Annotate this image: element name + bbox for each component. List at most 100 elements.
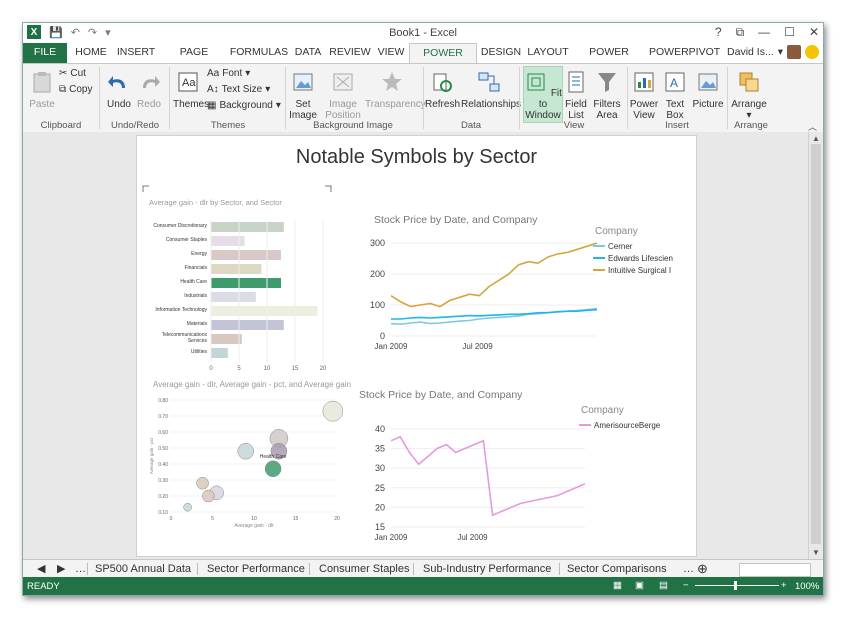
svg-text:A: A (670, 76, 678, 90)
next-sheet-icon[interactable]: ▶ (57, 561, 65, 577)
y-tick-label: 20 (375, 502, 385, 512)
arrange-icon (739, 72, 759, 92)
tab-powerpivot[interactable]: POWERPIVOT (649, 43, 720, 63)
report-canvas: Notable Symbols by Sector Average gain -… (136, 135, 697, 557)
scroll-thumb[interactable] (811, 144, 821, 544)
picture-icon (293, 73, 313, 91)
chevron-down-icon: ▾ (777, 46, 783, 58)
sheet-tab-sub-industry-performance[interactable]: Sub-Industry Performance (423, 561, 551, 577)
minimize-button[interactable]: — (758, 25, 770, 40)
series-line (390, 242, 598, 308)
chevron-down-icon: ▾ (245, 68, 251, 79)
vertical-scrollbar[interactable]: ▲ ▼ (808, 132, 823, 559)
scatter-chart[interactable]: 0.10 0.20 0.30 0.40 0.50 0.60 0.70 0.80 0 5 10 15 20… (141, 392, 343, 530)
tab-separator (309, 563, 310, 575)
tab-page-layout[interactable]: PAGE LAYOUT (161, 43, 227, 77)
point-label: Health Care (260, 454, 287, 460)
y-tick-label: 25 (375, 483, 385, 493)
report-title[interactable]: Notable Symbols by Sector (137, 146, 696, 169)
themes-icon: Aa (178, 72, 198, 92)
bar-category-label: Health Care (180, 279, 207, 285)
text-box-button[interactable]: A Text Box (661, 70, 689, 121)
prev-sheet-icon[interactable]: ◀ (37, 561, 45, 577)
themes-button[interactable]: Aa Themes (173, 70, 209, 110)
tab-layout[interactable]: LAYOUT (527, 43, 569, 63)
maximize-button[interactable]: ☐ (784, 25, 795, 40)
legend-entry: Cerner (608, 242, 633, 251)
y-tick-label: 100 (370, 300, 385, 310)
tab-view[interactable]: VIEW (375, 43, 407, 63)
cut-button[interactable]: ✂ Cut (59, 68, 86, 79)
power-view-button[interactable]: Power View (629, 70, 659, 121)
arrange-button[interactable]: Arrange ▾ (729, 70, 769, 121)
tab-review[interactable]: REVIEW (329, 43, 371, 63)
bar (211, 264, 262, 274)
help-button[interactable]: ? (715, 25, 722, 40)
tab-power-query[interactable]: POWER QUERY (573, 43, 645, 77)
undo-button[interactable]: Undo (105, 70, 133, 110)
more-sheets-right-icon[interactable]: … (683, 561, 694, 577)
group-separator (169, 67, 170, 129)
fit-to-window-button[interactable]: Fit to Window (523, 66, 563, 123)
field-list-button[interactable]: Field List (563, 70, 589, 121)
close-button[interactable]: ✕ (809, 25, 819, 40)
scatter-point (322, 400, 343, 422)
filters-area-button[interactable]: Filters Area (591, 70, 623, 121)
y-tick-label: 40 (375, 424, 385, 434)
zoom-slider-thumb[interactable] (734, 581, 737, 590)
horizontal-scrollbar[interactable] (739, 563, 811, 577)
feedback-smiley-icon[interactable] (805, 45, 819, 59)
paste-button[interactable]: Paste (27, 70, 57, 110)
tab-data[interactable]: DATA (291, 43, 325, 63)
bar-category-label: Energy (191, 251, 207, 257)
new-sheet-icon[interactable]: ⊕ (697, 561, 708, 577)
image-position-button[interactable]: Image Position (323, 70, 363, 121)
tab-file[interactable]: FILE (23, 43, 67, 63)
scroll-up-icon[interactable]: ▲ (812, 134, 820, 143)
background-dropdown[interactable]: ▦ Background ▾ (207, 100, 281, 111)
refresh-button[interactable]: Refresh (425, 70, 460, 110)
scroll-down-icon[interactable]: ▼ (812, 548, 820, 557)
copy-button[interactable]: ⧉ Copy (59, 84, 93, 95)
x-tick-label: 0 (209, 366, 213, 372)
tab-formulas[interactable]: FORMULAS (229, 43, 289, 63)
page-layout-view-icon[interactable]: ▣ (635, 580, 644, 591)
normal-view-icon[interactable]: ▦ (613, 580, 622, 591)
line-chart-2[interactable]: 15 20 25 30 35 40 Jan 2009 Jul 2009 AmerisourceB… (355, 401, 691, 551)
zoom-slider[interactable] (695, 585, 779, 586)
transparency-button[interactable]: Transparency (365, 70, 426, 110)
bar-chart[interactable]: Consumer Discretionary Consumer Staples En… (141, 184, 336, 376)
bar (211, 320, 284, 330)
tab-home[interactable]: HOME (71, 43, 111, 63)
filter-icon (598, 73, 616, 92)
zoom-in-icon[interactable]: + (781, 580, 787, 591)
zoom-level[interactable]: 100% (795, 581, 819, 592)
user-account[interactable]: David Is... ▾ (727, 45, 819, 59)
zoom-out-icon[interactable]: − (683, 580, 689, 591)
font-dropdown[interactable]: Aa Font ▾ (207, 68, 250, 79)
group-separator (727, 67, 728, 129)
relationships-button[interactable]: Relationships (461, 70, 521, 110)
set-image-button[interactable]: Set Image (287, 70, 319, 121)
sheet-tab-sector-comparisons[interactable]: Sector Comparisons (567, 561, 667, 577)
legend-entry: Edwards Lifescien (608, 254, 673, 263)
page-break-view-icon[interactable]: ▤ (659, 580, 668, 591)
x-tick-label: 5 (211, 516, 214, 522)
text-size-dropdown[interactable]: A↕ Text Size ▾ (207, 84, 270, 95)
ribbon-display-button[interactable]: ⧉ (736, 25, 745, 40)
tab-design[interactable]: DESIGN (479, 43, 523, 63)
tab-power-view[interactable]: POWER VIEW (409, 43, 477, 78)
picture-button[interactable]: Picture (691, 70, 725, 110)
sheet-tab-sp500-annual-data[interactable]: SP500 Annual Data (95, 561, 191, 577)
more-sheets-icon[interactable]: … (75, 561, 86, 577)
undo-icon (108, 76, 125, 88)
sheet-tab-consumer-staples[interactable]: Consumer Staples (319, 561, 410, 577)
y-tick-label: 0.10 (158, 510, 168, 516)
line-chart-1[interactable]: 0 100 200 300 Jan 2009 Jul 2009 Cerner Edwards … (355, 226, 691, 358)
y-tick-label: 0.40 (158, 462, 168, 468)
x-tick-label: Jan 2009 (375, 342, 408, 351)
redo-button[interactable]: Redo (135, 70, 163, 110)
tab-insert[interactable]: INSERT (113, 43, 159, 63)
sheet-tab-sector-performance[interactable]: Sector Performance (207, 561, 305, 577)
avatar (787, 45, 801, 59)
